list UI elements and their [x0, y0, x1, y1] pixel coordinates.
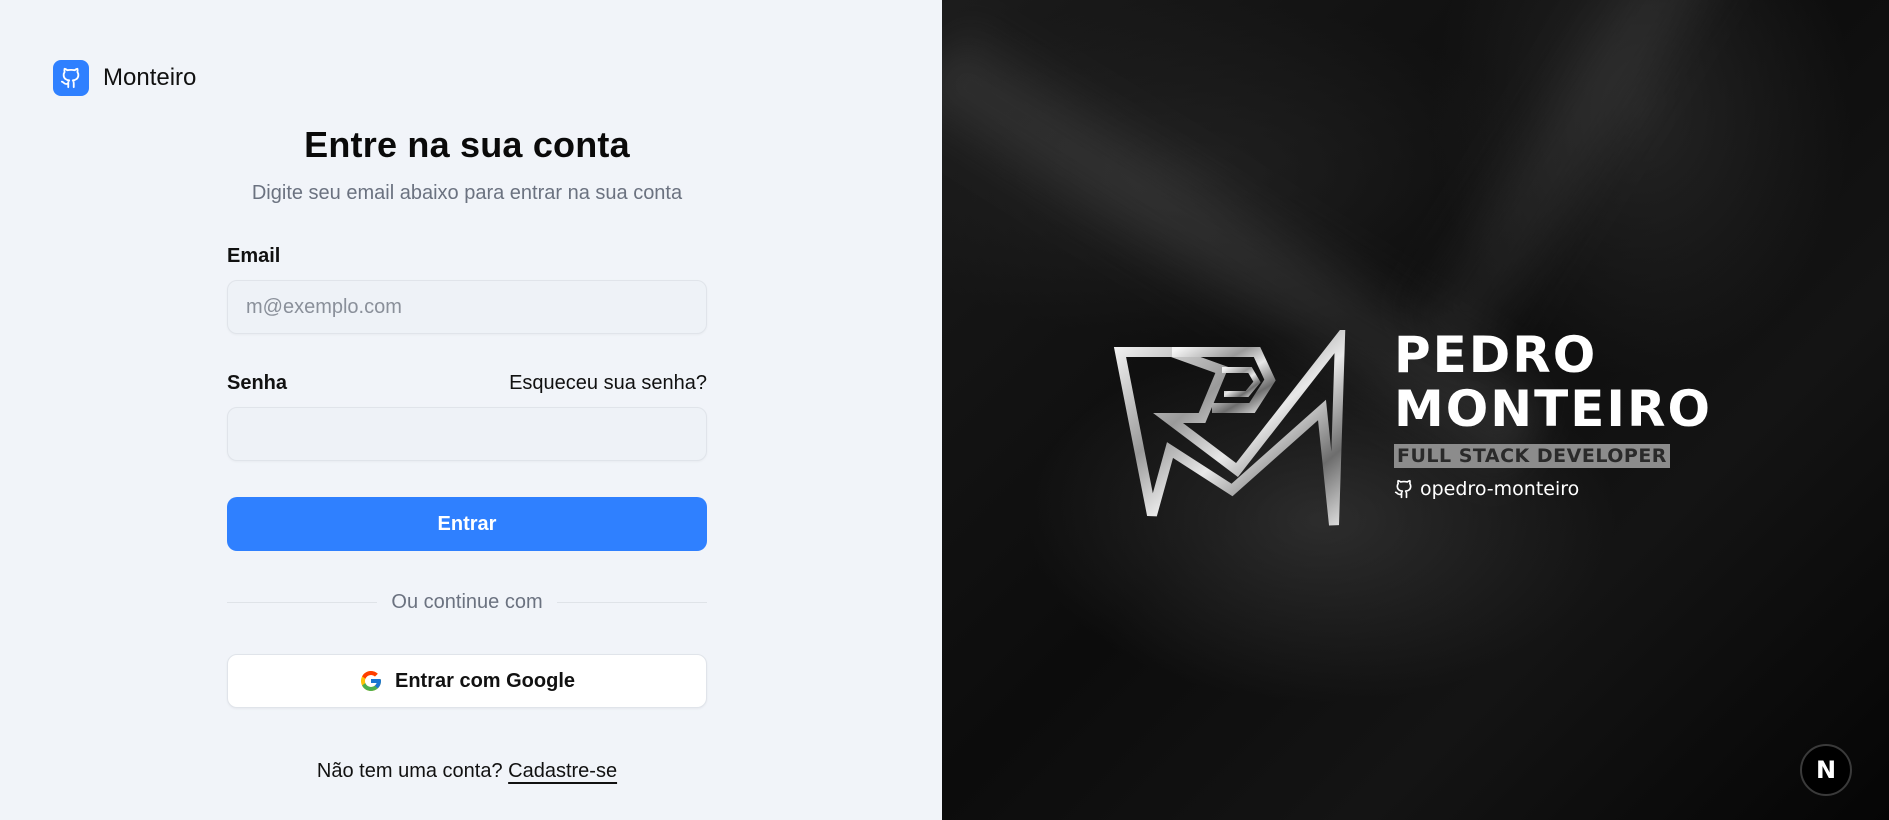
pm-monogram-logo — [1113, 330, 1346, 526]
signup-prompt: Não tem uma conta? Cadastre-se — [227, 760, 707, 783]
brand[interactable]: Monteiro — [53, 60, 196, 96]
hero-github[interactable]: opedro-monteiro — [1394, 478, 1712, 500]
password-label: Senha — [227, 372, 288, 394]
divider-text: Ou continue com — [391, 591, 543, 613]
signup-prompt-text: Não tem uma conta? — [316, 760, 503, 782]
divider: Ou continue com — [227, 591, 708, 614]
page-subtitle: Digite seu email abaixo para entrar na s… — [251, 182, 683, 204]
divider-line-right — [556, 602, 708, 603]
github-icon — [1394, 479, 1412, 499]
email-label: Email — [227, 245, 281, 267]
google-login-label: Entrar com Google — [394, 669, 576, 692]
google-login-button[interactable]: Entrar com Google — [227, 654, 707, 708]
hero-name-line2: MONTEIRO — [1394, 380, 1712, 438]
password-field[interactable] — [227, 407, 707, 461]
github-icon — [60, 67, 80, 89]
login-form: Entre na sua conta Digite seu email abai… — [227, 120, 708, 783]
login-page: Monteiro Entre na sua conta Digite seu e… — [0, 0, 1889, 820]
page-title: Entre na sua conta — [304, 124, 630, 165]
email-field[interactable] — [227, 280, 707, 334]
login-panel: Monteiro Entre na sua conta Digite seu e… — [0, 0, 942, 820]
signup-link[interactable]: Cadastre-se — [508, 760, 617, 782]
forgot-password-link[interactable]: Esqueceu sua senha? — [509, 372, 707, 395]
brand-logo — [53, 60, 89, 96]
google-icon — [360, 671, 381, 691]
login-button[interactable]: Entrar — [227, 497, 707, 551]
hero-github-handle: opedro-monteiro — [1420, 478, 1580, 500]
brand-name: Monteiro — [103, 64, 197, 91]
fabric-fold — [1393, 0, 1771, 373]
password-row: Senha Esqueceu sua senha? — [227, 372, 707, 395]
hero-name-line1: PEDRO — [1394, 326, 1598, 384]
hero-role: FULL STACK DEVELOPER — [1394, 444, 1670, 468]
hero-panel: PEDRO MONTEIRO FULL STACK DEVELOPER oped… — [942, 0, 1889, 820]
nextjs-dev-badge[interactable]: N — [1800, 744, 1852, 796]
hero-info: PEDRO MONTEIRO FULL STACK DEVELOPER oped… — [1394, 328, 1712, 500]
divider-line-left — [227, 602, 378, 603]
